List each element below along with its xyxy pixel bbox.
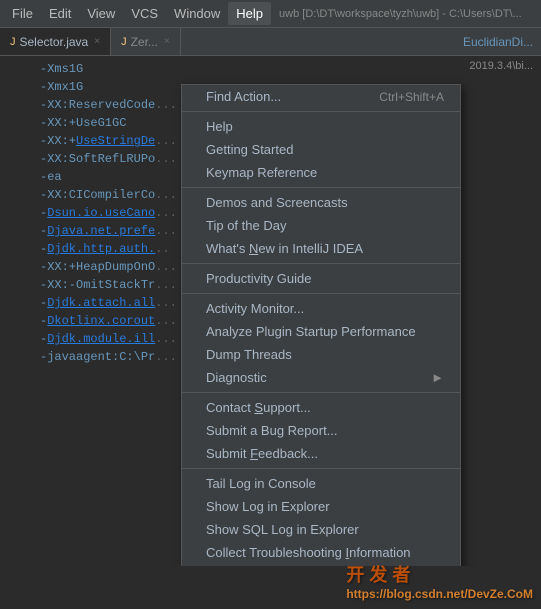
java-file-icon: J — [10, 36, 16, 48]
menu-file[interactable]: File — [4, 2, 41, 25]
tab-euclidian[interactable]: EuclidianDi... — [455, 28, 541, 55]
menu-whats-new[interactable]: What's New in IntelliJ IDEA — [182, 237, 460, 260]
getting-started-label: Getting Started — [206, 142, 293, 157]
menu-contact-support[interactable]: Contact Support... — [182, 396, 460, 419]
submit-feedback-label: Submit Feedback... — [206, 446, 318, 461]
tab-close-selector[interactable]: × — [94, 36, 100, 47]
menu-demos[interactable]: Demos and Screencasts — [182, 191, 460, 214]
contact-support-label: Contact Support... — [206, 400, 311, 415]
menu-help[interactable]: Help — [182, 115, 460, 138]
show-sql-log-label: Show SQL Log in Explorer — [206, 522, 359, 537]
watermark: 开 发 者 https://blog.csdn.net/DevZe.CoM — [346, 561, 533, 601]
menu-view[interactable]: View — [79, 2, 123, 25]
menu-keymap-reference[interactable]: Keymap Reference — [182, 161, 460, 184]
menu-getting-started[interactable]: Getting Started — [182, 138, 460, 161]
collect-troubleshooting-label: Collect Troubleshooting Information — [206, 545, 411, 560]
help-dropdown-menu: Find Action... Ctrl+Shift+A Help Getting… — [181, 84, 461, 566]
tab-euclidian-label: EuclidianDi... — [463, 35, 533, 49]
whats-new-label: What's New in IntelliJ IDEA — [206, 241, 363, 256]
submit-bug-label: Submit a Bug Report... — [206, 423, 338, 438]
java-file-icon2: J — [121, 36, 127, 48]
separator-4 — [182, 293, 460, 294]
menu-submit-bug[interactable]: Submit a Bug Report... — [182, 419, 460, 442]
menu-vcs[interactable]: VCS — [123, 2, 166, 25]
find-action-label: Find Action... — [206, 89, 281, 104]
tab-close-zero[interactable]: × — [164, 36, 170, 47]
tab-selector-java[interactable]: J Selector.java × — [0, 28, 111, 55]
menu-diagnostic[interactable]: Diagnostic ► — [182, 366, 460, 389]
tabs-bar: J Selector.java × J Zer... × EuclidianDi… — [0, 28, 541, 56]
separator-1 — [182, 111, 460, 112]
tab-zero-label: Zer... — [131, 35, 158, 49]
show-log-label: Show Log in Explorer — [206, 499, 330, 514]
menubar: File Edit View VCS Window Help uwb [D:\D… — [0, 0, 541, 28]
menu-show-sql-log[interactable]: Show SQL Log in Explorer — [182, 518, 460, 541]
activity-monitor-label: Activity Monitor... — [206, 301, 304, 316]
demos-label: Demos and Screencasts — [206, 195, 348, 210]
menu-analyze-plugin[interactable]: Analyze Plugin Startup Performance — [182, 320, 460, 343]
diagnostic-label: Diagnostic — [206, 370, 267, 385]
menu-edit[interactable]: Edit — [41, 2, 79, 25]
watermark-text: 开 发 者 — [346, 565, 410, 585]
watermark-url: https://blog.csdn.net/DevZe.CoM — [346, 587, 533, 601]
menu-find-action[interactable]: Find Action... Ctrl+Shift+A — [182, 85, 460, 108]
menu-tail-log[interactable]: Tail Log in Console — [182, 472, 460, 495]
menu-productivity-guide[interactable]: Productivity Guide — [182, 267, 460, 290]
separator-2 — [182, 187, 460, 188]
analyze-plugin-label: Analyze Plugin Startup Performance — [206, 324, 416, 339]
dropdown-overlay: Find Action... Ctrl+Shift+A Help Getting… — [0, 84, 541, 566]
title-text: uwb [D:\DT\workspace\tyzh\uwb] - C:\User… — [279, 8, 522, 20]
menu-tip[interactable]: Tip of the Day — [182, 214, 460, 237]
menu-activity-monitor[interactable]: Activity Monitor... — [182, 297, 460, 320]
keymap-reference-label: Keymap Reference — [206, 165, 317, 180]
separator-6 — [182, 468, 460, 469]
separator-5 — [182, 392, 460, 393]
tab-selector-label: Selector.java — [20, 35, 89, 49]
status-path: 2019.3.4\bi... — [469, 60, 533, 72]
find-action-shortcut: Ctrl+Shift+A — [349, 90, 444, 104]
tail-log-label: Tail Log in Console — [206, 476, 316, 491]
separator-3 — [182, 263, 460, 264]
productivity-guide-label: Productivity Guide — [206, 271, 312, 286]
help-label: Help — [206, 119, 233, 134]
diagnostic-submenu-arrow: ► — [431, 370, 444, 385]
menu-show-log[interactable]: Show Log in Explorer — [182, 495, 460, 518]
tip-label: Tip of the Day — [206, 218, 286, 233]
dump-threads-label: Dump Threads — [206, 347, 292, 362]
menu-submit-feedback[interactable]: Submit Feedback... — [182, 442, 460, 465]
menu-help[interactable]: Help — [228, 2, 271, 25]
tab-zero[interactable]: J Zer... × — [111, 28, 181, 55]
editor-line: -Xms1G — [8, 60, 541, 78]
menu-window[interactable]: Window — [166, 2, 228, 25]
editor-area: -Xms1G -Xmx1G -XX:ReservedCode... -XX:+U… — [0, 56, 541, 566]
menu-dump-threads[interactable]: Dump Threads — [182, 343, 460, 366]
